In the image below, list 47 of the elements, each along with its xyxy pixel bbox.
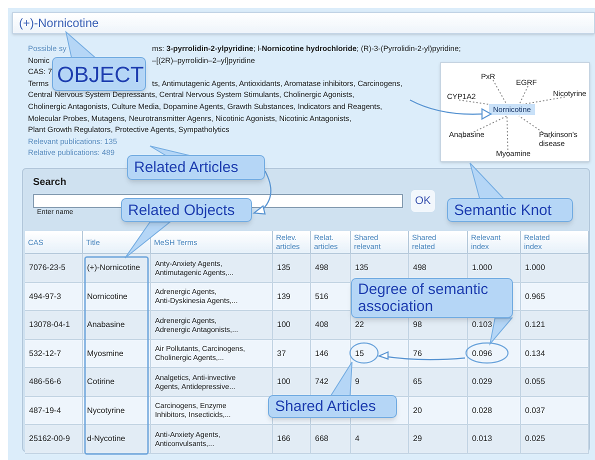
table-cell: Myosmine xyxy=(83,340,151,368)
table-cell: 146 xyxy=(311,340,351,368)
table-cell: 20 xyxy=(409,396,468,425)
table-cell: 29 xyxy=(409,425,468,454)
table-cell: Nycotyrine xyxy=(83,396,151,425)
table-cell: 516 xyxy=(311,282,351,311)
page-title: (+)-Nornicotine xyxy=(19,15,99,32)
table-cell: 1.000 xyxy=(521,254,589,282)
table-cell: 532-12-7 xyxy=(25,340,83,368)
ok-button[interactable]: OK xyxy=(411,190,435,212)
table-cell: 0.025 xyxy=(521,425,589,454)
highlight-circle xyxy=(349,342,379,364)
table-cell: 0.029 xyxy=(468,368,521,396)
table-cell: d-Nycotine xyxy=(83,425,151,454)
table-cell: 0.965 xyxy=(521,282,589,311)
table-cell: 100 xyxy=(273,311,311,340)
table-cell: 0.028 xyxy=(468,396,521,425)
callout: Related Objects xyxy=(121,198,252,222)
table-cell: 25162-00-9 xyxy=(25,425,83,454)
table-cell: 100 xyxy=(273,368,311,396)
table-cell: 408 xyxy=(311,311,351,340)
table-cell: 498 xyxy=(311,254,351,282)
table-cell: 494-97-3 xyxy=(25,282,83,311)
table-cell: Anabasine xyxy=(83,311,151,340)
table-cell: 0.055 xyxy=(521,368,589,396)
table-cell: 0.037 xyxy=(521,396,589,425)
table-cell: 76 xyxy=(409,340,468,368)
table-cell: Cotirine xyxy=(83,368,151,396)
table-cell: 65 xyxy=(409,368,468,396)
table-cell: 668 xyxy=(311,425,351,454)
table-cell: Nornicotine xyxy=(83,282,151,311)
search-label: Search xyxy=(33,176,68,190)
table-cell: 487-19-4 xyxy=(25,396,83,425)
table-cell: 37 xyxy=(273,340,311,368)
table-cell: 139 xyxy=(273,282,311,311)
table-cell: 9 xyxy=(351,368,409,396)
table-cell: 166 xyxy=(273,425,311,454)
table-cell: 0.121 xyxy=(521,311,589,340)
table-cell: 486-56-6 xyxy=(25,368,83,396)
table-cell: 13078-04-1 xyxy=(25,311,83,340)
table-cell: 0.013 xyxy=(468,425,521,454)
table-cell: 135 xyxy=(273,254,311,282)
table-cell: 7076-23-5 xyxy=(25,254,83,282)
highlight-circle xyxy=(465,342,509,364)
table-cell: 4 xyxy=(351,425,409,454)
table-cell: 0.134 xyxy=(521,340,589,368)
table-cell: (+)-Nornicotine xyxy=(83,254,151,282)
